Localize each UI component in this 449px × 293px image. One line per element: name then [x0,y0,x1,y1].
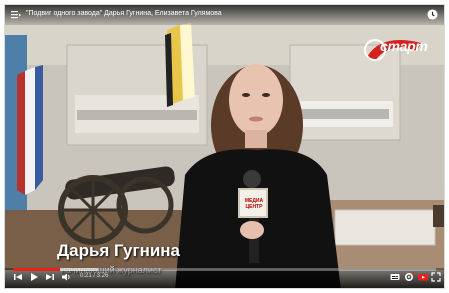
settings-gear-icon[interactable] [404,272,414,282]
channel-logo: старт [363,35,428,65]
time-display: 0:21 / 3:26 [80,273,109,279]
progress-played [13,268,60,271]
lower-third: Дарья Гугнина [57,241,180,261]
mic-flag-label: МЕДИА ЦЕНТР [244,198,264,210]
play-icon[interactable] [29,272,39,282]
previous-icon[interactable] [13,272,23,282]
fullscreen-icon[interactable] [431,272,441,282]
video-title[interactable]: "Подвиг одного завода" Дарья Гугнина, Ел… [26,10,222,17]
player-top-bar: "Подвиг одного завода" Дарья Гугнина, Ел… [5,5,444,25]
subtitles-icon[interactable] [390,272,400,282]
speaker-name: Дарья Гугнина [57,241,181,260]
video-player[interactable]: МЕДИА ЦЕНТР "Подвиг одного завода" Дарья… [4,4,445,289]
watch-later-icon[interactable] [427,9,438,20]
playlist-icon[interactable] [11,10,21,20]
page: МЕДИА ЦЕНТР "Подвиг одного завода" Дарья… [0,0,449,293]
mic-flag: МЕДИА ЦЕНТР [238,188,268,218]
progress-bar[interactable] [13,268,436,271]
logo-text: старт [380,38,428,54]
volume-icon[interactable] [61,272,71,282]
youtube-icon[interactable] [418,272,428,282]
player-controls: 0:21 / 3:26 [5,268,444,288]
next-icon[interactable] [45,272,55,282]
